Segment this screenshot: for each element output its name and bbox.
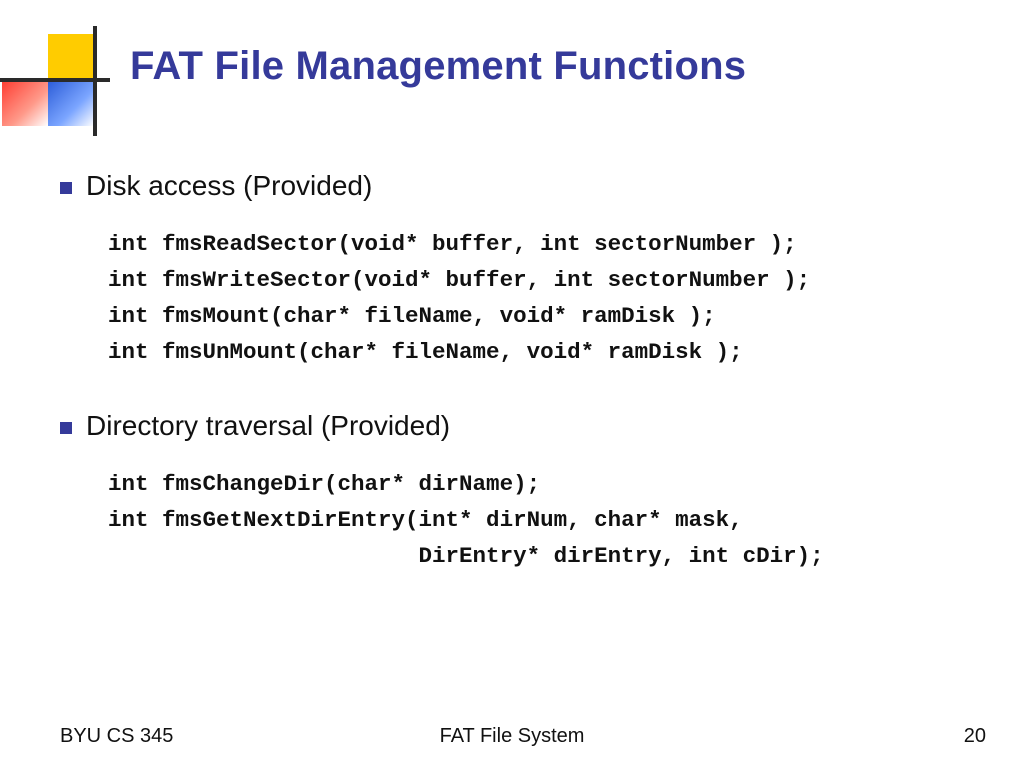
slide-title: FAT File Management Functions	[130, 44, 1000, 89]
footer-right: 20	[964, 725, 986, 748]
bullet-marker-icon	[60, 422, 72, 434]
code-line: int fmsChangeDir(char* dirName);	[108, 466, 970, 502]
code-block: int fmsReadSector(void* buffer, int sect…	[108, 226, 970, 370]
slide-content: Disk access (Provided) int fmsReadSector…	[60, 170, 970, 614]
code-line: int fmsWriteSector(void* buffer, int sec…	[108, 262, 970, 298]
logo-square-blue	[48, 80, 94, 126]
code-line: int fmsMount(char* fileName, void* ramDi…	[108, 298, 970, 334]
logo-cross-vertical	[93, 26, 97, 136]
logo-square-red	[2, 80, 48, 126]
code-line: int fmsUnMount(char* fileName, void* ram…	[108, 334, 970, 370]
logo-square-yellow	[48, 34, 94, 80]
code-line: DirEntry* dirEntry, int cDir);	[108, 538, 970, 574]
bullet-item: Disk access (Provided)	[60, 170, 970, 202]
bullet-text: Directory traversal (Provided)	[86, 410, 450, 442]
footer-left: BYU CS 345	[60, 725, 173, 748]
bullet-text: Disk access (Provided)	[86, 170, 372, 202]
code-line: int fmsGetNextDirEntry(int* dirNum, char…	[108, 502, 970, 538]
slide-logo	[0, 26, 110, 126]
title-underline	[0, 124, 1024, 127]
slide: FAT File Management Functions Disk acces…	[0, 0, 1024, 768]
bullet-marker-icon	[60, 182, 72, 194]
code-line: int fmsReadSector(void* buffer, int sect…	[108, 226, 970, 262]
slide-footer: BYU CS 345 FAT File System 20	[0, 722, 1024, 750]
code-block: int fmsChangeDir(char* dirName); int fms…	[108, 466, 970, 574]
bullet-item: Directory traversal (Provided)	[60, 410, 970, 442]
